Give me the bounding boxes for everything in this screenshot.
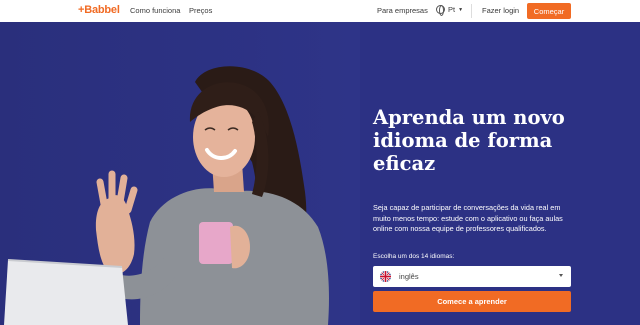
language-selector-label: Pt xyxy=(448,5,456,14)
babbel-logo[interactable]: +Babbel xyxy=(78,4,120,16)
nav-prices[interactable]: Preços xyxy=(189,6,212,15)
language-dropdown[interactable]: inglês xyxy=(373,266,571,287)
nav-divider xyxy=(471,4,472,18)
dropdown-caret-icon xyxy=(559,274,563,277)
selected-language: inglês xyxy=(399,272,419,281)
globe-icon xyxy=(436,5,445,16)
hero-photo xyxy=(0,22,360,325)
choose-language-label: Escolha um dos 14 idiomas: xyxy=(373,253,455,260)
caret-down-icon: ▼ xyxy=(458,6,464,13)
uk-flag-icon xyxy=(380,271,391,282)
language-selector[interactable]: Pt ▼ xyxy=(436,5,464,16)
hero-subtitle: Seja capaz de participar de conversações… xyxy=(373,203,563,233)
hero-title: Aprenda um novo idioma de forma eficaz xyxy=(373,106,565,175)
top-navigation: +Babbel Como funciona Preços Para empres… xyxy=(0,0,640,22)
nav-how-it-works[interactable]: Como funciona xyxy=(130,6,180,15)
start-button[interactable]: Começar xyxy=(527,3,571,19)
start-learning-button[interactable]: Comece a aprender xyxy=(373,291,571,312)
hero-section: Aprenda um novo idioma de forma eficaz S… xyxy=(0,22,640,325)
nav-for-business[interactable]: Para empresas xyxy=(377,6,428,15)
login-link[interactable]: Fazer login xyxy=(482,6,519,15)
